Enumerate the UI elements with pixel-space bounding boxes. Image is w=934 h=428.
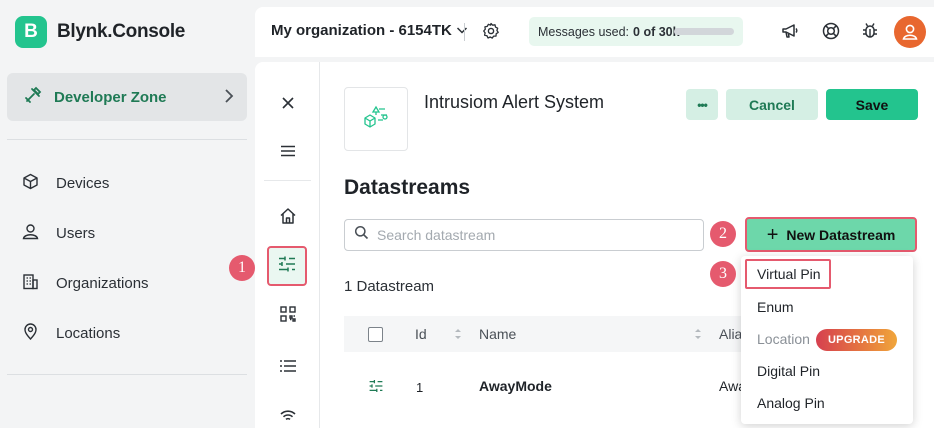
- messages-value: 0 of 30k: [633, 24, 680, 39]
- bug-icon[interactable]: [860, 21, 880, 46]
- more-options-button[interactable]: •••: [686, 89, 718, 120]
- menu-item-analog-pin[interactable]: Analog Pin: [757, 395, 825, 411]
- home-icon[interactable]: [276, 204, 300, 228]
- menu-icon[interactable]: [276, 139, 300, 163]
- datastream-row-icon: [368, 378, 384, 397]
- tools-icon: [24, 86, 42, 109]
- row-name: AwayMode: [479, 378, 552, 394]
- developer-zone-button[interactable]: Developer Zone: [7, 73, 247, 121]
- megaphone-icon[interactable]: [780, 21, 800, 46]
- logo-mark: B: [15, 16, 47, 48]
- app-name: Blynk.Console: [57, 21, 186, 42]
- sidebar: B Blynk.Console Developer Zone Devices U…: [0, 0, 255, 428]
- column-header-id[interactable]: Id: [415, 326, 427, 342]
- sidebar-divider: [7, 374, 247, 375]
- sidebar-item-locations[interactable]: Locations: [22, 323, 120, 344]
- developer-zone-label: Developer Zone: [54, 88, 167, 106]
- wifi-icon[interactable]: [276, 403, 300, 427]
- step-marker-1: 1: [229, 255, 255, 281]
- user-icon: [22, 223, 39, 244]
- datastream-count: 1 Datastream: [344, 278, 435, 295]
- chevron-down-icon: [456, 22, 468, 39]
- row-id: 1: [416, 380, 424, 395]
- cancel-button[interactable]: Cancel: [726, 89, 818, 120]
- organization-selector[interactable]: My organization - 6154TK: [271, 22, 468, 39]
- datastream-type-menu: Virtual Pin Enum Location UPGRADE Digita…: [741, 256, 913, 424]
- new-datastream-label: New Datastream: [786, 226, 896, 243]
- close-icon[interactable]: [276, 91, 300, 115]
- pin-icon: [22, 323, 39, 344]
- menu-item-location: Location: [757, 331, 810, 347]
- select-all-checkbox[interactable]: [368, 327, 383, 342]
- datastreams-tab[interactable]: [267, 246, 307, 286]
- search-icon: [354, 225, 369, 245]
- help-lifebuoy-icon[interactable]: [821, 21, 841, 46]
- template-toolbar: [255, 62, 320, 428]
- template-title[interactable]: Intrusiom Alert System: [424, 92, 604, 113]
- sidebar-item-devices[interactable]: Devices: [22, 173, 109, 194]
- table-header: Id Name Alia: [344, 316, 764, 352]
- sort-icon[interactable]: [454, 327, 462, 346]
- sidebar-item-label: Locations: [56, 325, 121, 342]
- datastreams-icon: [277, 254, 297, 279]
- search-input[interactable]: [377, 227, 677, 243]
- template-icon: [361, 104, 391, 135]
- toolbar-divider: [264, 180, 311, 181]
- menu-item-enum[interactable]: Enum: [757, 299, 794, 315]
- table-row[interactable]: 1 AwayMode Awa: [344, 368, 764, 404]
- column-header-name[interactable]: Name: [479, 326, 516, 342]
- chevron-right-icon: [223, 87, 235, 110]
- save-button[interactable]: Save: [826, 89, 918, 120]
- column-header-alias[interactable]: Alia: [719, 326, 742, 342]
- building-icon: [22, 273, 39, 294]
- sidebar-item-label: Organizations: [56, 275, 149, 292]
- top-header: My organization - 6154TK Messages used: …: [255, 7, 934, 57]
- messages-label: Messages used:: [538, 24, 630, 39]
- menu-item-digital-pin[interactable]: Digital Pin: [757, 363, 820, 379]
- sidebar-divider: [7, 139, 247, 140]
- main-content: Intrusiom Alert System ••• Cancel Save D…: [255, 62, 934, 428]
- step-marker-2: 2: [710, 221, 736, 247]
- cube-icon: [22, 173, 39, 194]
- search-field[interactable]: [344, 219, 704, 251]
- step-marker-3: 3: [710, 261, 736, 287]
- sidebar-item-label: Users: [56, 225, 96, 242]
- messages-progress-bar: [674, 28, 734, 35]
- avatar[interactable]: [894, 16, 926, 48]
- list-icon[interactable]: [276, 354, 300, 378]
- app-logo[interactable]: B Blynk.Console: [15, 16, 185, 48]
- menu-item-virtual-pin[interactable]: Virtual Pin: [757, 266, 821, 282]
- header-divider: [464, 23, 465, 41]
- qr-grid-icon[interactable]: [276, 302, 300, 326]
- plus-icon: +: [766, 223, 779, 246]
- sidebar-item-organizations[interactable]: Organizations: [22, 273, 149, 294]
- org-name: My organization - 6154TK: [271, 22, 452, 39]
- sidebar-item-users[interactable]: Users: [22, 223, 95, 244]
- upgrade-badge[interactable]: UPGRADE: [816, 329, 897, 351]
- new-datastream-button[interactable]: + New Datastream: [745, 217, 917, 252]
- sort-icon[interactable]: [694, 327, 702, 346]
- template-image[interactable]: [344, 87, 408, 151]
- messages-usage: Messages used: 0 of 30k: [529, 17, 743, 46]
- page-title: Datastreams: [344, 176, 471, 199]
- sidebar-item-label: Devices: [56, 175, 110, 192]
- settings-icon[interactable]: [482, 22, 500, 45]
